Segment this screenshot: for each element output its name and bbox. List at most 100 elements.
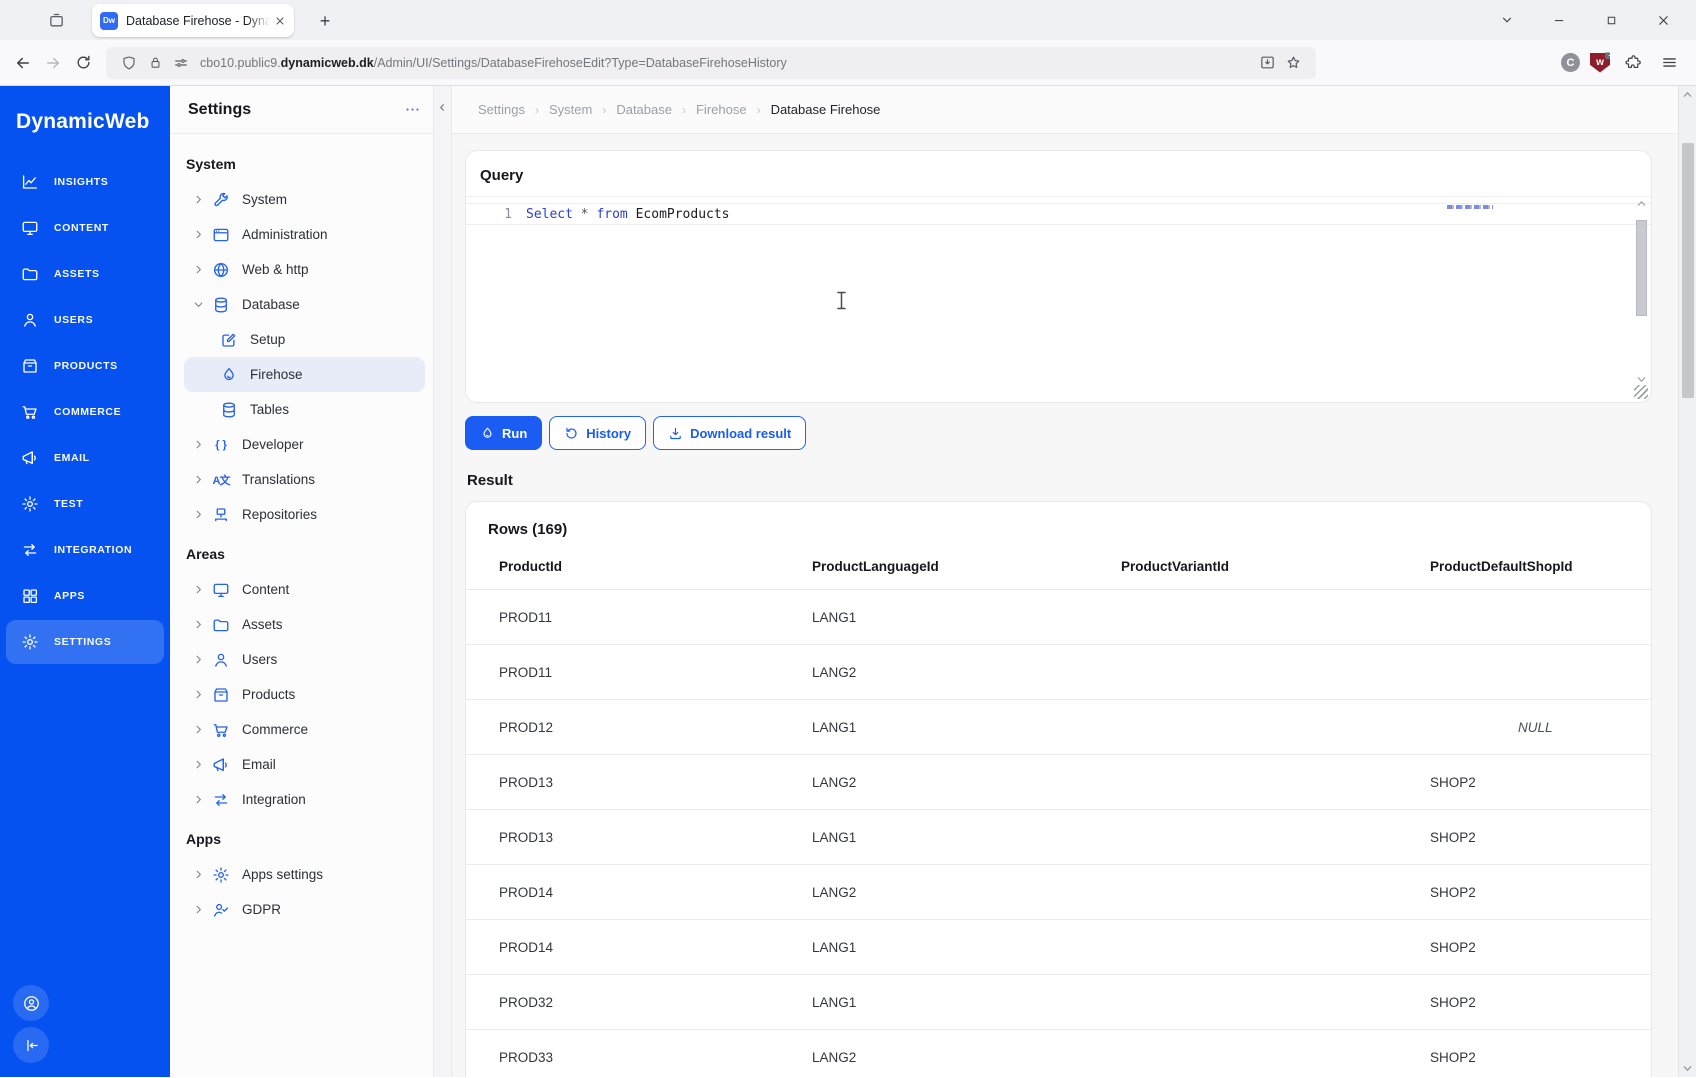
- profile-button[interactable]: [13, 985, 49, 1021]
- minimize-button[interactable]: [1546, 7, 1572, 33]
- tree-item-email[interactable]: Email: [184, 747, 425, 782]
- maximize-button[interactable]: [1598, 7, 1624, 33]
- sidebar-item-email[interactable]: EMAIL: [6, 436, 164, 480]
- chevron-right-icon[interactable]: [190, 759, 206, 770]
- tree-item-products[interactable]: Products: [184, 677, 425, 712]
- sidebar-item-test[interactable]: TEST: [6, 482, 164, 526]
- breadcrumb-item[interactable]: Firehose: [696, 102, 747, 117]
- breadcrumb-item[interactable]: Settings: [478, 102, 525, 117]
- menu-hamburger-icon[interactable]: [1656, 50, 1682, 76]
- sidebar-item-content[interactable]: CONTENT: [6, 206, 164, 250]
- chevron-right-icon[interactable]: [190, 509, 206, 520]
- back-button[interactable]: [8, 48, 38, 78]
- chevron-right-icon[interactable]: [190, 264, 206, 275]
- page-scrollbar[interactable]: [1678, 86, 1696, 1077]
- tree-item-label: GDPR: [242, 902, 282, 917]
- tree-item-commerce[interactable]: Commerce: [184, 712, 425, 747]
- arrows-icon: [20, 540, 40, 560]
- chevron-right-icon[interactable]: [190, 689, 206, 700]
- reload-button[interactable]: [68, 48, 98, 78]
- editor-scrollbar[interactable]: [1634, 199, 1649, 384]
- sidebar-item-products[interactable]: PRODUCTS: [6, 344, 164, 388]
- tree-item-system[interactable]: System: [184, 182, 425, 217]
- tree-item-integration[interactable]: Integration: [184, 782, 425, 817]
- tree-item-database[interactable]: Database: [184, 287, 425, 322]
- tracking-shield-icon[interactable]: [116, 52, 142, 74]
- breadcrumb-item[interactable]: System: [549, 102, 592, 117]
- tree-item-tables[interactable]: Tables: [184, 392, 425, 427]
- window-close-button[interactable]: [1650, 7, 1676, 33]
- box-icon: [212, 686, 230, 704]
- sql-editor[interactable]: 1 Select * from EcomProducts: [466, 196, 1651, 402]
- tree-item-label: Integration: [242, 792, 306, 807]
- table-cell: SHOP2: [1430, 774, 1476, 790]
- tree-item-setup[interactable]: Setup: [184, 322, 425, 357]
- tree-item-content[interactable]: Content: [184, 572, 425, 607]
- chevron-right-icon[interactable]: [190, 584, 206, 595]
- chevron-right-icon[interactable]: [190, 439, 206, 450]
- download-result-button[interactable]: Download result: [653, 416, 807, 450]
- chevron-right-icon[interactable]: [190, 474, 206, 485]
- tree-item-repositories[interactable]: Repositories: [184, 497, 425, 532]
- panel-menu-ellipsis-icon[interactable]: [404, 101, 421, 118]
- tab-close-icon[interactable]: [274, 15, 286, 27]
- tree-item-gdpr[interactable]: GDPR: [184, 892, 425, 927]
- collapse-sidebar-button[interactable]: [13, 1027, 49, 1063]
- sidebar-item-commerce[interactable]: COMMERCE: [6, 390, 164, 434]
- chevron-right-icon[interactable]: [190, 229, 206, 240]
- chevron-right-icon[interactable]: [190, 794, 206, 805]
- tree-item-web-http[interactable]: Web & http: [184, 252, 425, 287]
- firefox-view-icon[interactable]: [42, 6, 70, 34]
- tree-item-administration[interactable]: Administration: [184, 217, 425, 252]
- sidebar-item-settings[interactable]: SETTINGS: [6, 620, 164, 664]
- tab-list-chevron-icon[interactable]: [1494, 7, 1520, 33]
- tree-item-users[interactable]: Users: [184, 642, 425, 677]
- extension-c-icon[interactable]: C: [1561, 53, 1580, 72]
- chevron-right-icon[interactable]: [190, 724, 206, 735]
- table-cell: PROD13: [499, 774, 554, 790]
- sidebar-item-assets[interactable]: ASSETS: [6, 252, 164, 296]
- forward-button[interactable]: [38, 48, 68, 78]
- database-icon: [212, 296, 230, 314]
- chevron-right-icon[interactable]: [190, 869, 206, 880]
- chevron-right-icon[interactable]: [190, 194, 206, 205]
- downloads-icon[interactable]: [1254, 52, 1280, 74]
- table-cell: LANG2: [812, 664, 857, 680]
- chevron-right-icon[interactable]: [190, 904, 206, 915]
- new-tab-button[interactable]: +: [312, 8, 338, 34]
- permissions-icon[interactable]: [168, 52, 194, 74]
- page-scrollbar-thumb[interactable]: [1681, 143, 1694, 398]
- url-bar[interactable]: cbo10.public9.dynamicweb.dk/Admin/UI/Set…: [106, 46, 1316, 79]
- sidebar-item-integration[interactable]: INTEGRATION: [6, 528, 164, 572]
- breadcrumb-current: Database Firehose: [770, 102, 881, 117]
- tree-item-translations[interactable]: A文 Translations: [184, 462, 425, 497]
- sidebar-item-insights[interactable]: INSIGHTS: [6, 160, 164, 204]
- tree-item-apps-settings[interactable]: Apps settings: [184, 857, 425, 892]
- sidebar-item-label: EMAIL: [54, 452, 90, 464]
- extensions-puzzle-icon[interactable]: [1620, 50, 1646, 76]
- tree-item-firehose[interactable]: Firehose: [184, 357, 425, 392]
- chevron-right-icon[interactable]: [190, 619, 206, 630]
- editor-scrollbar-thumb[interactable]: [1636, 220, 1647, 316]
- bookmark-star-icon[interactable]: [1280, 52, 1306, 74]
- panel-collapse-rail[interactable]: [434, 86, 452, 1077]
- user-icon: [212, 651, 230, 669]
- sidebar-item-apps[interactable]: APPS: [6, 574, 164, 618]
- column-header: ProductVariantId: [1121, 559, 1230, 574]
- chevron-right-icon[interactable]: [190, 654, 206, 665]
- browser-tab[interactable]: Dw Database Firehose - DynamicW: [92, 4, 294, 37]
- extension-shield-icon[interactable]: w1: [1590, 52, 1610, 73]
- breadcrumb: Settings › System › Database › Firehose › Da…: [452, 86, 1696, 134]
- tree-item-developer[interactable]: { } Developer: [184, 427, 425, 462]
- editor-resize-grip[interactable]: [1634, 385, 1648, 399]
- history-button[interactable]: History: [549, 416, 647, 450]
- chevron-down-icon[interactable]: [190, 299, 206, 310]
- run-button[interactable]: Run: [465, 416, 543, 450]
- sidebar-item-users[interactable]: USERS: [6, 298, 164, 342]
- table-cell: SHOP2: [1430, 1049, 1476, 1065]
- sidebar-item-label: ASSETS: [54, 268, 100, 280]
- tree-item-assets[interactable]: Assets: [184, 607, 425, 642]
- sidebar-item-label: CONTENT: [54, 222, 109, 234]
- breadcrumb-item[interactable]: Database: [616, 102, 672, 117]
- lock-icon[interactable]: [142, 52, 168, 74]
